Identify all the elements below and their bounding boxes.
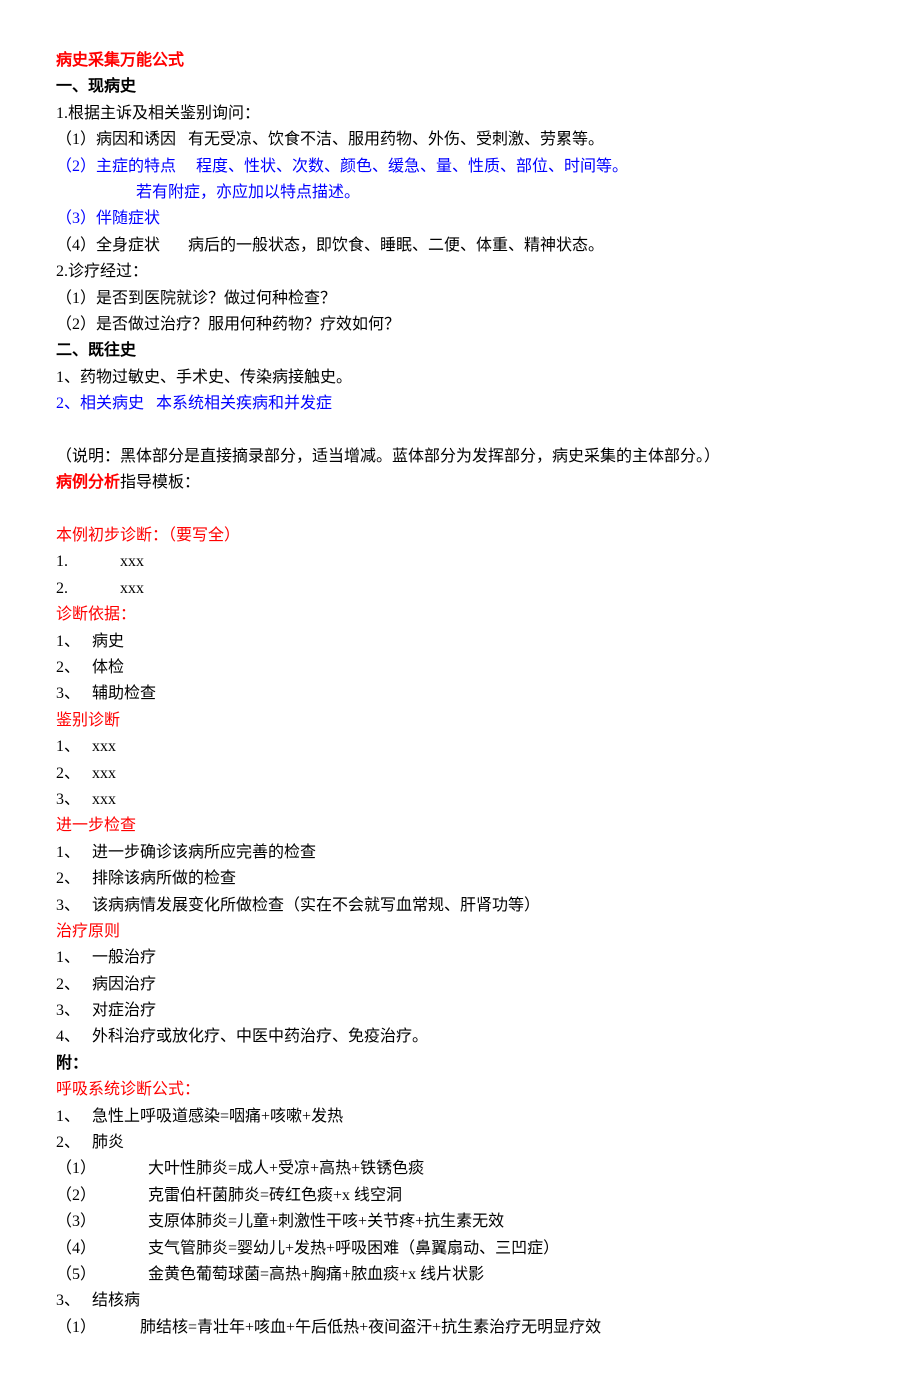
text-line: （2）是否做过治疗？服用何种药物？疗效如何？: [56, 312, 864, 338]
text-line: （1） 肺结核=青壮年+咳血+午后低热+夜间盗汗+抗生素治疗无明显疗效: [56, 1315, 864, 1341]
text-line-blue: （2）主症的特点 程度、性状、次数、颜色、缓急、量、性质、部位、时间等。: [56, 154, 864, 180]
text-line: 1、 病史: [56, 629, 864, 655]
text-line: 3、 xxx: [56, 787, 864, 813]
text-line-blue: （3）伴随症状: [56, 206, 864, 232]
heading-differential: 鉴别诊断: [56, 708, 864, 734]
heading-preliminary-dx: 本例初步诊断：（要写全）: [56, 523, 864, 549]
text-line: （1）是否到医院就诊？做过何种检查？: [56, 286, 864, 312]
heading-appendix: 附：: [56, 1051, 864, 1077]
heading-past-history: 二、既往史: [56, 338, 864, 364]
text-line: （1） 大叶性肺炎=成人+受凉+高热+铁锈色痰: [56, 1156, 864, 1182]
text-line: 1、 急性上呼吸道感染=咽痛+咳嗽+发热: [56, 1104, 864, 1130]
text-line: 1、 一般治疗: [56, 945, 864, 971]
heading-respiratory-formula: 呼吸系统诊断公式：: [56, 1077, 864, 1103]
title-case-analysis-suffix: 指导模板：: [120, 474, 200, 491]
title-case-analysis-red: 病例分析: [56, 474, 120, 491]
blank-line: [56, 417, 864, 443]
heading-basis: 诊断依据：: [56, 602, 864, 628]
text-line: 3、 辅助检查: [56, 681, 864, 707]
text-line: （1）病因和诱因 有无受凉、饮食不洁、服用药物、外伤、受刺激、劳累等。: [56, 127, 864, 153]
text-line: 1、 xxx: [56, 734, 864, 760]
text-line-blue: 2、相关病史 本系统相关疾病和并发症: [56, 391, 864, 417]
text-line: 1、 进一步确诊该病所应完善的检查: [56, 840, 864, 866]
text-line-blue: 若有附症，亦应加以特点描述。: [56, 180, 864, 206]
text-line: 4、 外科治疗或放化疗、中医中药治疗、免疫治疗。: [56, 1024, 864, 1050]
blank-line: [56, 497, 864, 523]
text-line: 2、 排除该病所做的检查: [56, 866, 864, 892]
text-line: 1.根据主诉及相关鉴别询问：: [56, 101, 864, 127]
text-line: 2、 xxx: [56, 761, 864, 787]
note-line: （说明：黑体部分是直接摘录部分，适当增减。蓝体部分为发挥部分，病史采集的主体部分…: [56, 444, 864, 470]
text-line: （4） 支气管肺炎=婴幼儿+发热+呼吸困难（鼻翼扇动、三凹症）: [56, 1236, 864, 1262]
text-line: 2、 体检: [56, 655, 864, 681]
text-line: 2、 肺炎: [56, 1130, 864, 1156]
text-line: 3、 对症治疗: [56, 998, 864, 1024]
text-line: 1. xxx: [56, 549, 864, 575]
heading-further-exam: 进一步检查: [56, 813, 864, 839]
text-line: 3、 该病病情发展变化所做检查（实在不会就写血常规、肝肾功等）: [56, 893, 864, 919]
title-history-formula: 病史采集万能公式: [56, 48, 864, 74]
text-line: （3） 支原体肺炎=儿童+刺激性干咳+关节疼+抗生素无效: [56, 1209, 864, 1235]
text-line: （2） 克雷伯杆菌肺炎=砖红色痰+x 线空洞: [56, 1183, 864, 1209]
text-line: 1、药物过敏史、手术史、传染病接触史。: [56, 365, 864, 391]
title-case-analysis: 病例分析指导模板：: [56, 470, 864, 496]
heading-treatment: 治疗原则: [56, 919, 864, 945]
text-line: 2. xxx: [56, 576, 864, 602]
text-line: 2.诊疗经过：: [56, 259, 864, 285]
text-line: （5） 金黄色葡萄球菌=高热+胸痛+脓血痰+x 线片状影: [56, 1262, 864, 1288]
text-line: （4）全身症状 病后的一般状态，即饮食、睡眠、二便、体重、精神状态。: [56, 233, 864, 259]
text-line: 2、 病因治疗: [56, 972, 864, 998]
heading-current-history: 一、现病史: [56, 74, 864, 100]
